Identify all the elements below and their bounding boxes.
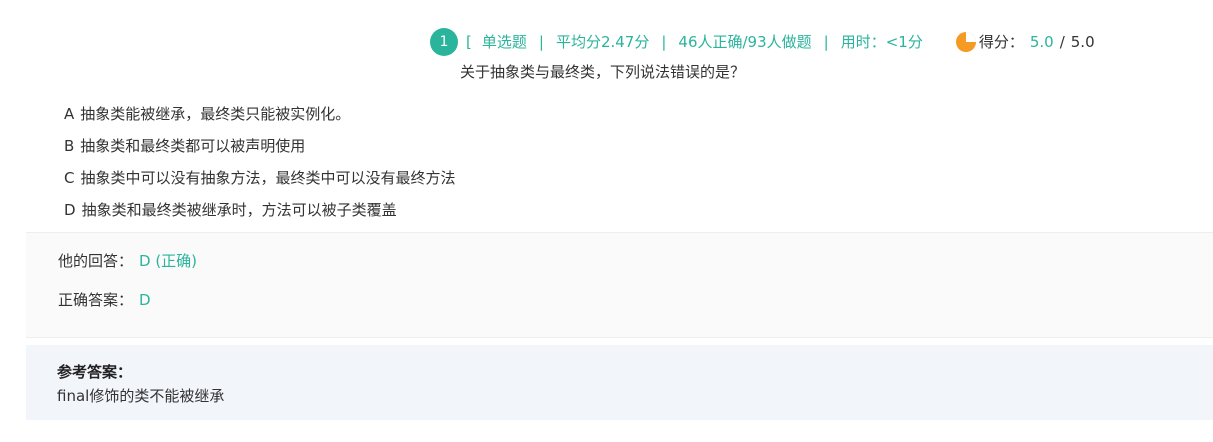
- his-answer-label: 他的回答：: [58, 252, 134, 270]
- his-answer-value: D (正确): [139, 252, 198, 270]
- reference-answer-panel: 参考答案： final修饰的类不能被继承: [26, 345, 1213, 420]
- option-b: B 抽象类和最终类都可以被声明使用: [64, 130, 456, 162]
- question-header: 1 [ 单选题 | 平均分2.47分 | 46人正确/93人做题 | 用时：<1…: [430, 28, 1095, 56]
- average-score: 平均分2.47分: [555, 33, 650, 51]
- reference-answer-text: final修饰的类不能被继承: [57, 387, 225, 405]
- question-type: 单选题: [481, 33, 527, 51]
- option-text: 抽象类中可以没有抽象方法，最终类中可以没有最终方法: [80, 169, 456, 187]
- reference-answer-title: 参考答案：: [57, 363, 133, 381]
- time-used: 用时：<1分: [840, 33, 923, 51]
- options-list: A 抽象类能被继承，最终类只能被实例化。 B 抽象类和最终类都可以被声明使用 C…: [64, 98, 456, 226]
- option-c: C 抽象类中可以没有抽象方法，最终类中可以没有最终方法: [64, 162, 456, 194]
- meta-separator: |: [661, 33, 667, 51]
- option-a: A 抽象类能被继承，最终类只能被实例化。: [64, 98, 456, 130]
- option-letter: B: [64, 137, 75, 155]
- correct-answer-value: D: [139, 291, 151, 309]
- option-text: 抽象类和最终类被继承时，方法可以被子类覆盖: [81, 201, 397, 219]
- question-number-badge: 1: [430, 28, 458, 56]
- correct-answer-label: 正确答案：: [58, 291, 134, 309]
- correct-answer-row: 正确答案： D: [58, 289, 151, 311]
- option-letter: A: [64, 105, 75, 123]
- question-meta: [ 单选题 | 平均分2.47分 | 46人正确/93人做题 | 用时：<1分: [466, 28, 923, 56]
- score-display: 得分： 5.0 / 5.0: [955, 28, 1095, 56]
- option-letter: C: [64, 169, 75, 187]
- answer-stats: 46人正确/93人做题: [678, 33, 812, 51]
- meta-separator: |: [538, 33, 544, 51]
- answer-panel: 他的回答： D (正确) 正确答案： D: [26, 232, 1213, 338]
- option-letter: D: [64, 201, 76, 219]
- score-max: 5.0: [1070, 33, 1095, 51]
- meta-separator: |: [823, 33, 829, 51]
- pie-chart-icon: [955, 31, 977, 53]
- question-text: 关于抽象类与最终类，下列说法错误的是？: [460, 63, 746, 81]
- his-answer-row: 他的回答： D (正确): [58, 250, 197, 272]
- score-divider: /: [1059, 33, 1065, 51]
- score-value: 5.0: [1029, 33, 1054, 51]
- option-d: D 抽象类和最终类被继承时，方法可以被子类覆盖: [64, 194, 456, 226]
- open-bracket: [: [466, 33, 472, 51]
- option-text: 抽象类和最终类都可以被声明使用: [80, 137, 306, 155]
- option-text: 抽象类能被继承，最终类只能被实例化。: [80, 105, 351, 123]
- question-page: 1 [ 单选题 | 平均分2.47分 | 46人正确/93人做题 | 用时：<1…: [0, 0, 1213, 442]
- score-label: 得分：: [978, 33, 1024, 51]
